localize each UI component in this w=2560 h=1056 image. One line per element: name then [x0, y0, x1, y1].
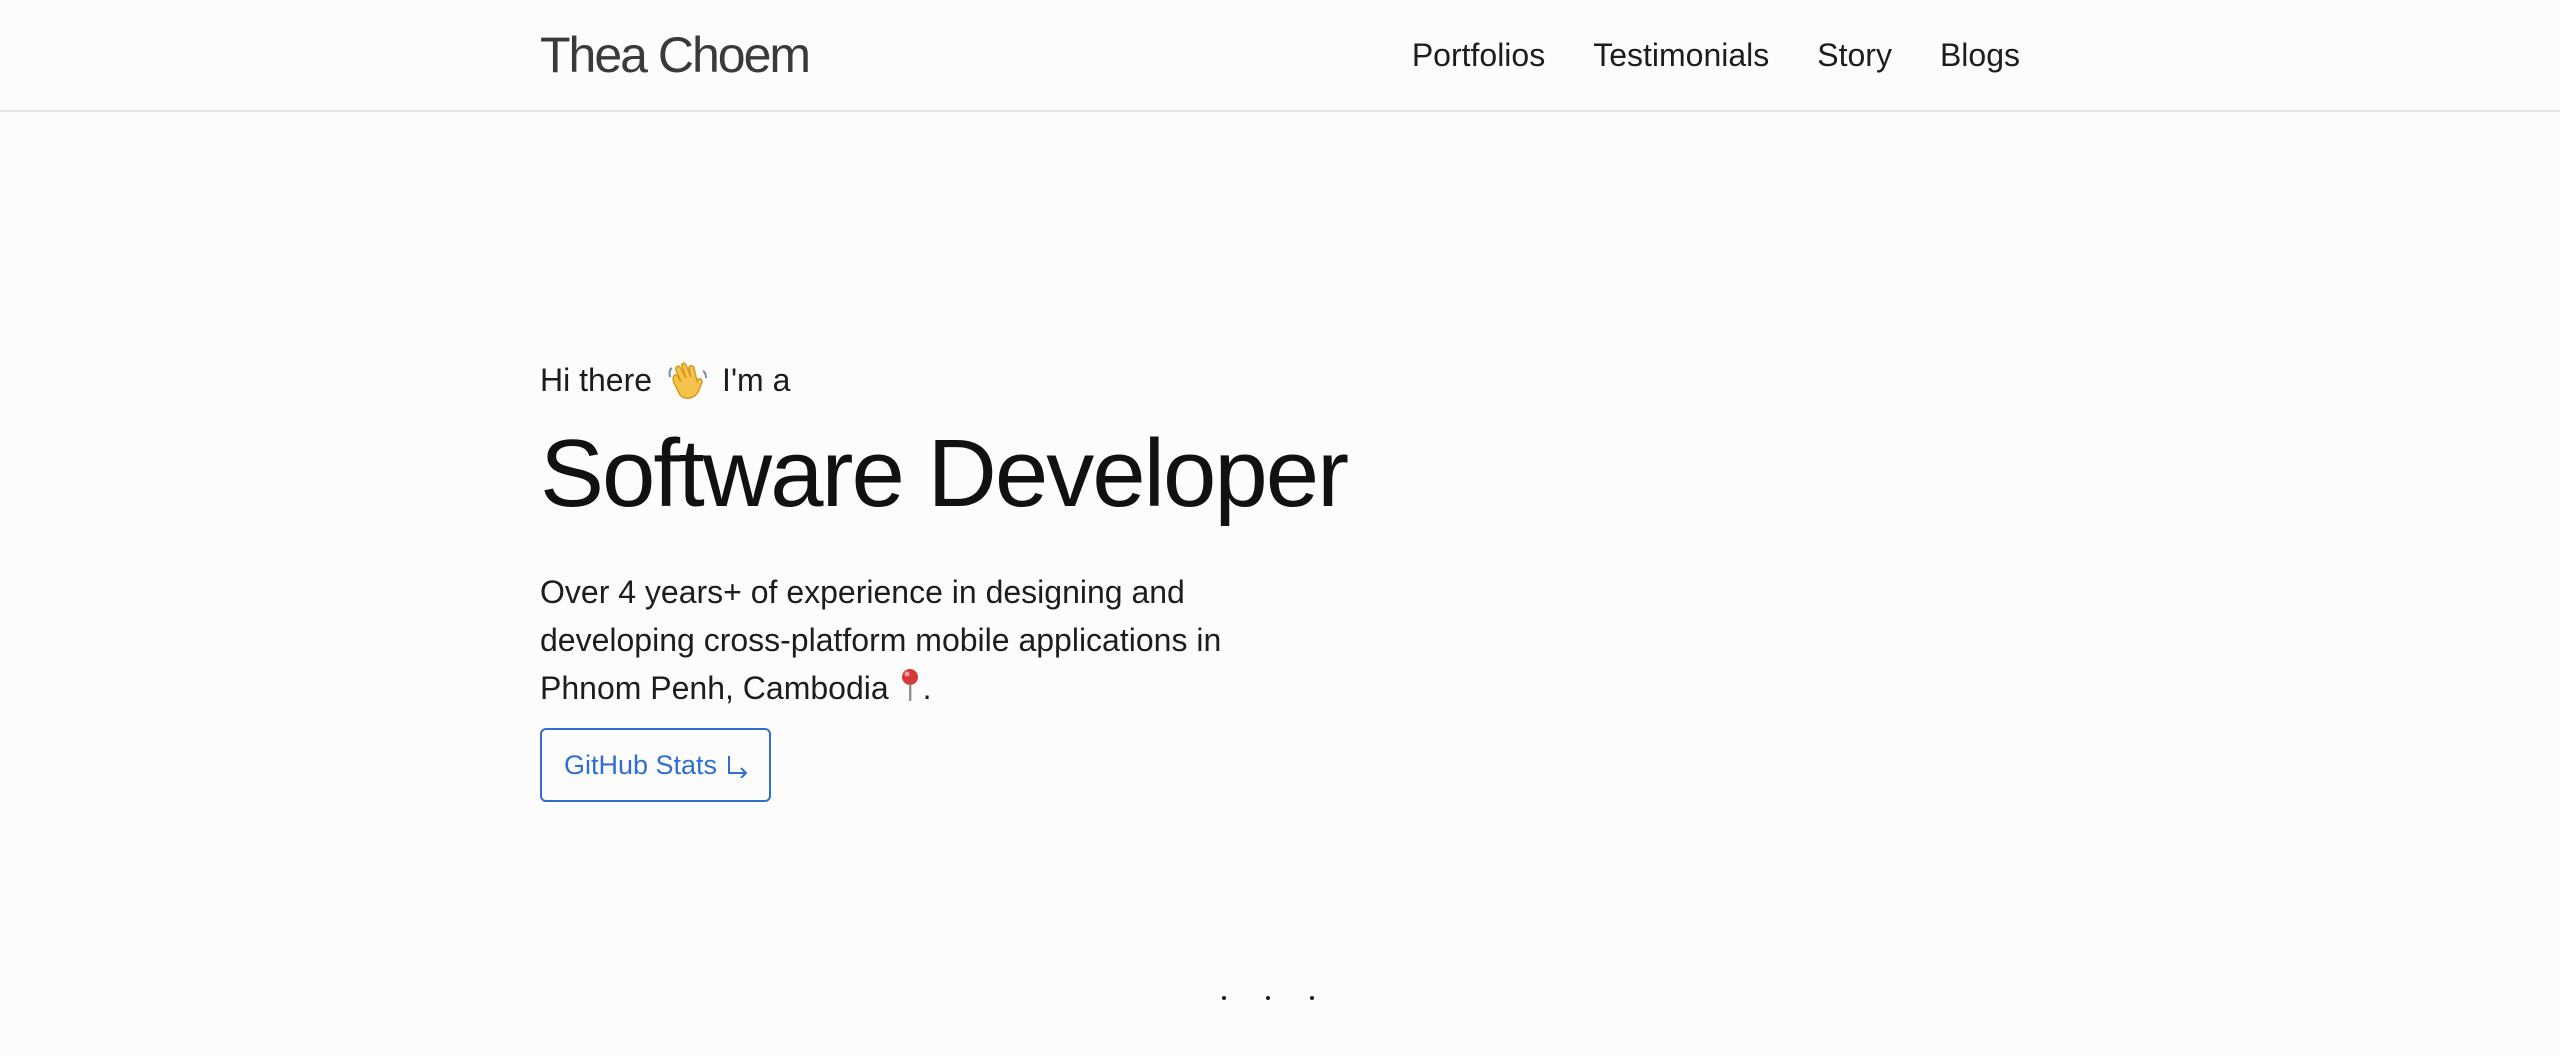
- main-nav: Portfolios Testimonials Story Blogs: [1412, 30, 2020, 80]
- nav-link-blogs[interactable]: Blogs: [1940, 30, 2020, 80]
- round-pushpin-icon: [897, 667, 923, 703]
- nav-link-testimonials[interactable]: Testimonials: [1593, 30, 1769, 80]
- hero-title: Software Developer: [540, 420, 1349, 527]
- scroll-indicator: [1222, 996, 1314, 1000]
- greeting-text-start: Hi there: [540, 362, 653, 398]
- description-text: Over 4 years+ of experience in designing…: [540, 574, 1222, 706]
- description-period: .: [922, 670, 932, 706]
- nav-link-portfolios[interactable]: Portfolios: [1412, 30, 1545, 80]
- arrow-down-right-icon: [725, 752, 751, 779]
- hero-description: Over 4 years+ of experience in designing…: [540, 568, 1300, 712]
- nav-link-story[interactable]: Story: [1817, 30, 1892, 80]
- brand-logo-text[interactable]: Thea Choem: [540, 24, 811, 86]
- greeting-line: Hi there I'm a: [540, 352, 1440, 408]
- github-stats-label: GitHub Stats: [564, 749, 718, 780]
- site-header: Thea Choem Portfolios Testimonials Story…: [0, 0, 2560, 112]
- indicator-dot: [1310, 996, 1314, 1000]
- indicator-dot: [1222, 996, 1226, 1000]
- greeting-text-end: I'm a: [722, 362, 791, 398]
- github-stats-button[interactable]: GitHub Stats: [540, 728, 772, 802]
- hero-section: Hi there I'm a Software Developer Over 4…: [540, 352, 1440, 802]
- indicator-dot: [1266, 996, 1270, 1000]
- waving-hand-icon: [664, 357, 710, 403]
